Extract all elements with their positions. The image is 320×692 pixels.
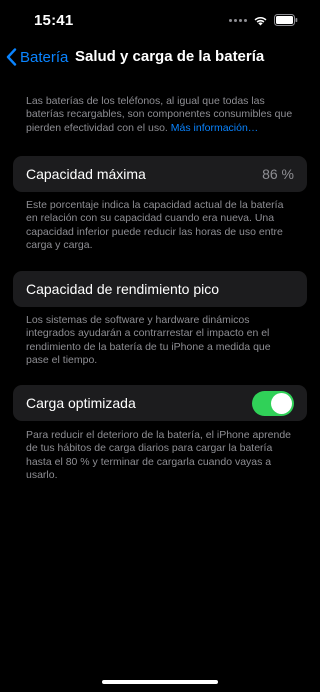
max-capacity-value: 86 % bbox=[262, 166, 294, 182]
optimized-charging-row: Carga optimizada bbox=[13, 385, 307, 421]
signal-dots-icon bbox=[229, 18, 247, 22]
battery-icon bbox=[274, 14, 298, 26]
wifi-icon bbox=[253, 15, 268, 26]
peak-performance-description: Los sistemas de software y hardware diná… bbox=[26, 314, 271, 367]
status-icons bbox=[229, 14, 298, 26]
status-bar: 15:41 bbox=[0, 0, 320, 40]
optimized-charging-label: Carga optimizada bbox=[26, 395, 136, 411]
back-label: Batería bbox=[20, 48, 69, 66]
max-capacity-row: Capacidad máxima 86 % bbox=[13, 156, 307, 192]
optimized-charging-toggle[interactable] bbox=[252, 391, 294, 416]
more-info-link[interactable]: Más información… bbox=[171, 122, 259, 134]
peak-performance-label: Capacidad de rendimiento pico bbox=[26, 281, 220, 297]
back-button[interactable]: Batería bbox=[6, 42, 68, 72]
intro-text-block: Las baterías de los teléfonos, al igual … bbox=[26, 95, 294, 135]
chevron-left-icon bbox=[6, 48, 17, 66]
home-indicator[interactable] bbox=[102, 680, 218, 684]
peak-performance-row[interactable]: Capacidad de rendimiento pico bbox=[13, 271, 307, 307]
nav-bar: Batería Salud y carga de la batería bbox=[0, 42, 320, 72]
optimized-charging-description: Para reducir el deterioro de la batería,… bbox=[26, 429, 292, 482]
status-time: 15:41 bbox=[34, 12, 74, 29]
toggle-knob bbox=[271, 393, 292, 414]
max-capacity-label: Capacidad máxima bbox=[26, 166, 146, 182]
max-capacity-description: Este porcentaje indica la capacidad actu… bbox=[26, 199, 284, 252]
page-title: Salud y carga de la batería bbox=[75, 48, 265, 65]
